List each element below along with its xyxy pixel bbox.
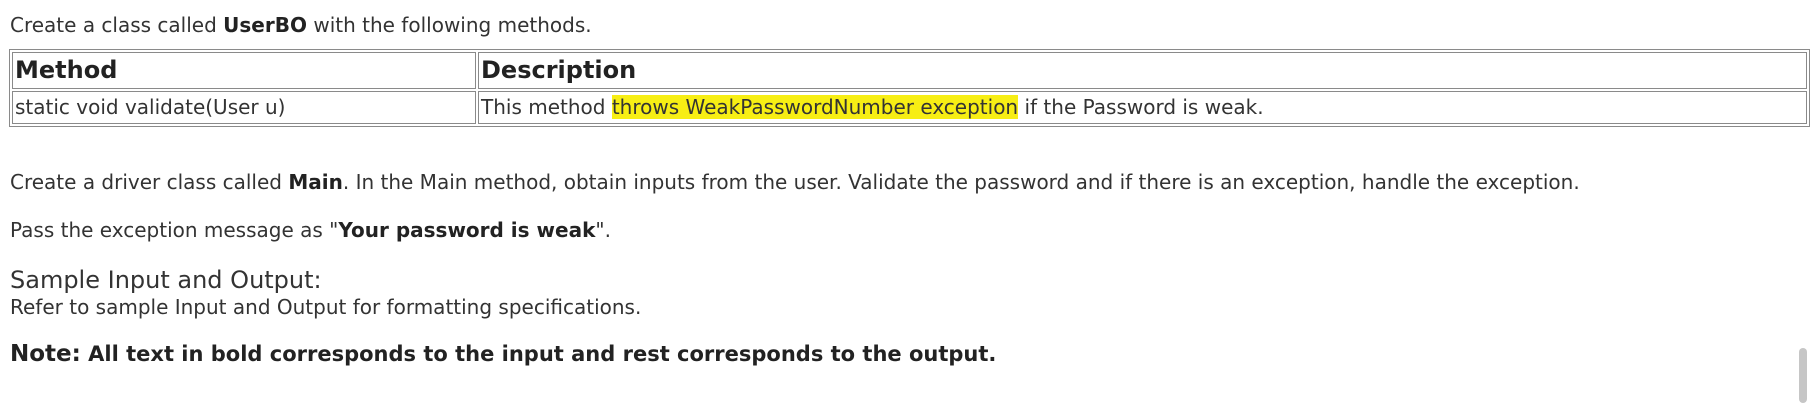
document-content: Create a class called UserBO with the fo… [9, 0, 1810, 367]
methods-table: Method Description static void validate(… [9, 49, 1810, 127]
description-highlight: throws WeakPasswordNumber exception [611, 95, 1019, 119]
driver-pre: Create a driver class called [10, 170, 289, 194]
intro-class-name: UserBO [223, 13, 307, 37]
note-lead: Note: [10, 341, 81, 367]
note-text: All text in bold corresponds to the inpu… [80, 342, 997, 366]
pass-message: Your password is weak [338, 218, 596, 242]
description-post: if the Password is weak. [1018, 95, 1264, 119]
note-paragraph: Note: All text in bold corresponds to th… [10, 341, 1805, 367]
pass-pre: Pass the exception message as " [10, 218, 339, 242]
method-signature-cell: static void validate(User u) [12, 91, 476, 124]
intro-paragraph: Create a class called UserBO with the fo… [10, 0, 1805, 37]
pass-post: ". [595, 218, 611, 242]
table-row: static void validate(User u) This method… [12, 91, 1807, 124]
table-header-row: Method Description [12, 52, 1807, 89]
driver-paragraph: Create a driver class called Main. In th… [10, 170, 1805, 194]
intro-post: with the following methods. [306, 13, 592, 37]
intro-pre: Create a class called [10, 13, 224, 37]
description-pre: This method [481, 95, 612, 119]
driver-class-name: Main [288, 170, 343, 194]
sample-refer-text: Refer to sample Input and Output for for… [10, 295, 642, 319]
header-description: Description [478, 52, 1807, 89]
pass-paragraph: Pass the exception message as "Your pass… [10, 218, 1805, 242]
header-method: Method [12, 52, 476, 89]
vertical-scrollbar[interactable] [1799, 348, 1807, 403]
method-description-cell: This method throws WeakPasswordNumber ex… [478, 91, 1807, 124]
sample-heading: Sample Input and Output: [10, 266, 322, 294]
driver-post: . In the Main method, obtain inputs from… [342, 170, 1580, 194]
